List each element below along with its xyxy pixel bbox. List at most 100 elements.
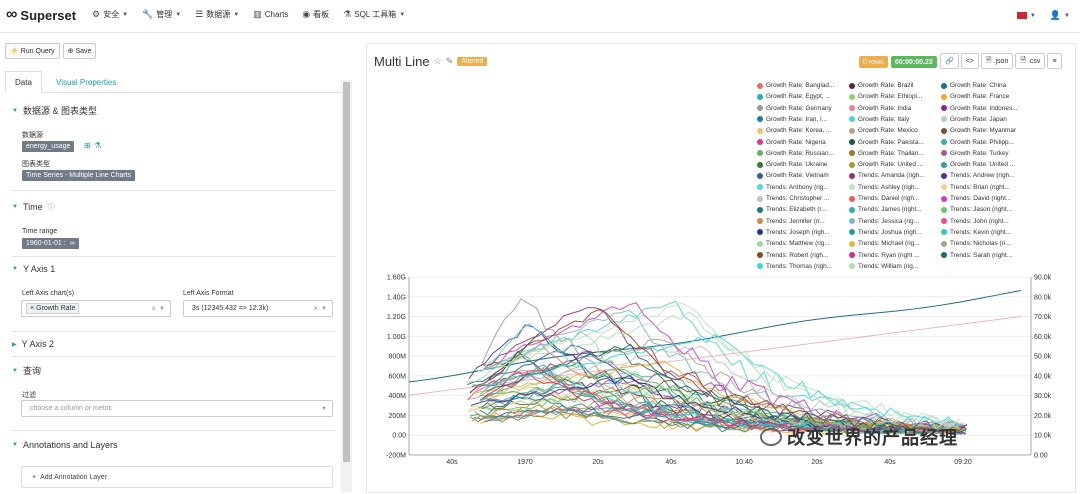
- legend-item[interactable]: Trends: Daniel (righ...: [849, 195, 919, 202]
- chevron-down-icon[interactable]: ▼: [159, 306, 165, 312]
- legend-item[interactable]: Trends: Jason (right...: [941, 206, 1012, 213]
- legend-item[interactable]: Trends: Jessica (rig...: [849, 218, 919, 225]
- legend-item[interactable]: Growth Rate: Philipp...: [941, 139, 1014, 146]
- legend-item[interactable]: Trends: James (right...: [849, 206, 922, 213]
- edit-datasource-icon[interactable]: ⊞: [84, 141, 91, 150]
- legend-item[interactable]: Growth Rate: Korea, ...: [757, 127, 831, 134]
- legend-item[interactable]: Growth Rate: Brazil: [849, 82, 913, 89]
- tab-visual-properties[interactable]: Visual Properties: [47, 71, 125, 93]
- legend-item[interactable]: Growth Rate: Germany: [757, 105, 832, 112]
- legend-item[interactable]: Growth Rate: Egypt, ...: [757, 93, 831, 100]
- legend-item[interactable]: Growth Rate: India: [849, 105, 911, 112]
- star-icon[interactable]: ☆: [434, 56, 442, 67]
- legend-item[interactable]: Trends: Joseph (righ...: [757, 229, 830, 236]
- legend-item[interactable]: Growth Rate: Pakista...: [849, 139, 924, 146]
- legend-item[interactable]: Trends: Jennifer (ri...: [757, 218, 825, 225]
- legend-item[interactable]: Growth Rate: Turkey: [941, 150, 1009, 157]
- section-annotations-header[interactable]: ▼ Annotations and Layers: [12, 440, 335, 450]
- scrollbar[interactable]: [341, 80, 352, 492]
- top-navbar: ∞ Superset ⚙ 安全 ▼ 🔧 管理 ▼ ☰ 数据源 ▼ ▥ Chart…: [0, 0, 1080, 33]
- legend-item[interactable]: Trends: Michael (rig...: [849, 240, 920, 247]
- section-query-header[interactable]: ▼ 查询: [12, 364, 335, 377]
- legend-item[interactable]: Growth Rate: Thailan...: [849, 150, 924, 157]
- add-annotation-layer-button[interactable]: + Add Annotation Layer: [21, 466, 333, 488]
- flask-icon[interactable]: ⚗: [94, 141, 101, 150]
- brand[interactable]: ∞ Superset: [6, 6, 76, 24]
- growth-rate-tag[interactable]: × Growth Rate: [26, 303, 80, 314]
- tab-data[interactable]: Data: [5, 71, 42, 93]
- menu-sql-lab[interactable]: ⚗ SQL 工具箱 ▼: [343, 9, 405, 20]
- legend-item[interactable]: Trends: Robert (righ...: [757, 252, 828, 259]
- viz-type-chip[interactable]: Time Series - Multiple Line Charts: [22, 170, 136, 181]
- legend-item[interactable]: Growth Rate: United ...: [849, 161, 923, 168]
- menu-manage[interactable]: 🔧 管理 ▼: [142, 9, 181, 20]
- legend-item[interactable]: Trends: David (right...: [941, 195, 1011, 202]
- embed-button[interactable]: <>: [960, 53, 979, 69]
- legend-item[interactable]: Trends: Amanda (righ...: [849, 172, 925, 179]
- legend-item[interactable]: Growth Rate: Iran, I...: [757, 116, 827, 123]
- section-yaxis1-header[interactable]: ▼ Y Axis 1: [12, 264, 335, 274]
- json-export-button[interactable]: 🗎 .json: [980, 53, 1014, 69]
- legend-item[interactable]: Trends: Anthony (rig...: [757, 184, 829, 191]
- edit-icon[interactable]: ✎: [446, 56, 454, 67]
- legend-item[interactable]: Growth Rate: Russian...: [757, 150, 834, 157]
- menu-button[interactable]: ≡: [1047, 53, 1062, 69]
- legend-item[interactable]: Growth Rate: Japan: [941, 116, 1007, 123]
- menu-security[interactable]: ⚙ 安全 ▼: [92, 9, 128, 20]
- filter-select[interactable]: choose a column or metric ▼: [21, 400, 333, 417]
- legend-item[interactable]: Trends: Sarah (right...: [941, 252, 1012, 259]
- legend-item[interactable]: Growth Rate: China: [941, 82, 1006, 89]
- link-button[interactable]: 🔗: [940, 53, 959, 69]
- legend-item[interactable]: Trends: John (right...: [941, 218, 1009, 225]
- chart-title[interactable]: Multi Line: [374, 54, 430, 69]
- legend-item[interactable]: Trends: Christopher ...: [757, 195, 829, 202]
- section-yaxis2-header[interactable]: ▶ Y Axis 2: [12, 339, 335, 349]
- section-time-header[interactable]: ▼ Time ⓘ: [12, 202, 335, 212]
- run-query-button[interactable]: ⚡ Run Query: [5, 43, 60, 59]
- legend-item[interactable]: Growth Rate: Ethiopi...: [849, 93, 922, 100]
- legend-item[interactable]: Growth Rate: Mexico: [849, 127, 918, 134]
- scrollbar-thumb[interactable]: [343, 82, 350, 462]
- legend-item[interactable]: Trends: Brian (right...: [941, 184, 1010, 191]
- legend-item[interactable]: Trends: Matthew (rig...: [757, 240, 830, 247]
- legend-item[interactable]: Trends: Nicholas (ri...: [941, 240, 1011, 247]
- remove-tag-icon[interactable]: ×: [30, 305, 34, 312]
- legend-swatch: [941, 93, 947, 100]
- chevron-down-icon[interactable]: ▼: [321, 306, 327, 312]
- csv-export-button[interactable]: 🗎 .csv: [1015, 53, 1046, 69]
- legend-item[interactable]: Trends: Ashley (righ...: [849, 184, 920, 191]
- datasource-chip[interactable]: energy_usage: [22, 141, 75, 152]
- legend-item[interactable]: Growth Rate: Indones...: [941, 105, 1018, 112]
- menu-charts[interactable]: ▥ Charts: [253, 9, 288, 20]
- legend-item[interactable]: Growth Rate: Myanmar: [941, 127, 1016, 134]
- legend-item[interactable]: Growth Rate: Italy: [849, 116, 909, 123]
- y-tick-label-left: 1.40G: [387, 294, 406, 301]
- legend-item[interactable]: Trends: Ryan (right ...: [849, 252, 920, 259]
- time-range-chip[interactable]: 1960-01-01 : ∞: [22, 238, 79, 249]
- legend-item[interactable]: Trends: Joshua (righ...: [849, 229, 922, 236]
- ellipsis-icon: ∞: [69, 240, 75, 247]
- legend-label: Growth Rate: Egypt, ...: [766, 93, 831, 101]
- legend-label: Growth Rate: India: [858, 104, 912, 112]
- menu-dashboards[interactable]: ◉ 看板: [302, 9, 329, 20]
- legend-item[interactable]: Growth Rate: France: [941, 93, 1009, 100]
- legend-item[interactable]: Growth Rate: Vietnam: [757, 172, 829, 179]
- clear-icon[interactable]: ×: [151, 304, 156, 313]
- menu-sources[interactable]: ☰ 数据源 ▼: [195, 9, 239, 20]
- menu-dashboards-label: 看板: [313, 10, 330, 19]
- save-button[interactable]: ⊕ Save: [62, 43, 97, 59]
- legend-item[interactable]: Trends: Elizabeth (r...: [757, 206, 827, 213]
- language-selector[interactable]: ▼: [1016, 12, 1036, 19]
- chevron-down-icon[interactable]: ▼: [321, 406, 327, 412]
- legend-item[interactable]: Growth Rate: United ...: [941, 161, 1015, 168]
- section-datasource-header[interactable]: ▼ 数据源 & 图表类型: [12, 104, 335, 117]
- legend-item[interactable]: Growth Rate: Banglad...: [757, 82, 834, 89]
- clear-icon[interactable]: ×: [313, 304, 318, 313]
- legend-item[interactable]: Trends: Kevin (right...: [941, 229, 1011, 236]
- left-axis-format-select[interactable]: 3s (12345.432 => 12.3k) × ▼: [183, 300, 333, 317]
- user-menu[interactable]: 👤 ▼: [1050, 10, 1070, 21]
- legend-item[interactable]: Growth Rate: Nigeria: [757, 139, 826, 146]
- legend-item[interactable]: Growth Rate: Ukraine: [757, 161, 827, 168]
- left-axis-chart-select[interactable]: × Growth Rate × ▼: [21, 300, 171, 317]
- legend-item[interactable]: Trends: Andrew (righ...: [941, 172, 1014, 179]
